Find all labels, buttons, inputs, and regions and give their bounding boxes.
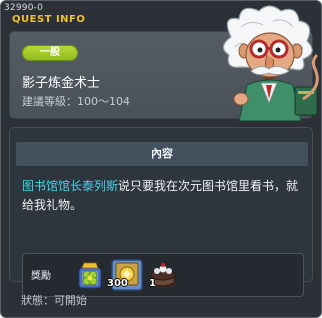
item-count-cake-pot: 1 <box>149 278 156 289</box>
reward-label: 獎勵 <box>31 271 51 282</box>
quest-status: 狀態：可開始 <box>21 294 87 307</box>
quest-description: 图书馆馆长泰列斯说只要我在次元图书馆里看书，就给我礼物。 <box>22 177 302 215</box>
window-title: QUEST INFO <box>12 14 86 25</box>
reward-item-clover[interactable] <box>74 259 106 291</box>
recommended-level: 建議等級：100～104 <box>22 95 130 108</box>
clover-box-icon <box>78 262 102 289</box>
quest-id: 32990-0 <box>4 3 44 13</box>
quest-info-window: 32990-0 QUEST INFO 一般 影子炼金术士 建議等級：100～10… <box>0 0 322 318</box>
quest-type-badge: 一般 <box>22 45 78 61</box>
reward-box: 獎勵 300 1 <box>22 253 304 297</box>
reward-item-coin-scroll[interactable]: 300 <box>107 259 143 291</box>
quest-content-panel: 內容 图书馆馆长泰列斯说只要我在次元图书馆里看书，就给我礼物。 獎勵 300 1 <box>9 127 313 297</box>
reward-item-cake-pot[interactable]: 1 <box>147 259 179 291</box>
content-header: 內容 <box>16 142 308 166</box>
npc-name-link[interactable]: 图书馆馆长泰列斯 <box>22 179 118 193</box>
professor-npc-portrait <box>211 3 321 122</box>
item-count-coin-scroll: 300 <box>107 278 128 289</box>
quest-name: 影子炼金术士 <box>22 76 101 91</box>
